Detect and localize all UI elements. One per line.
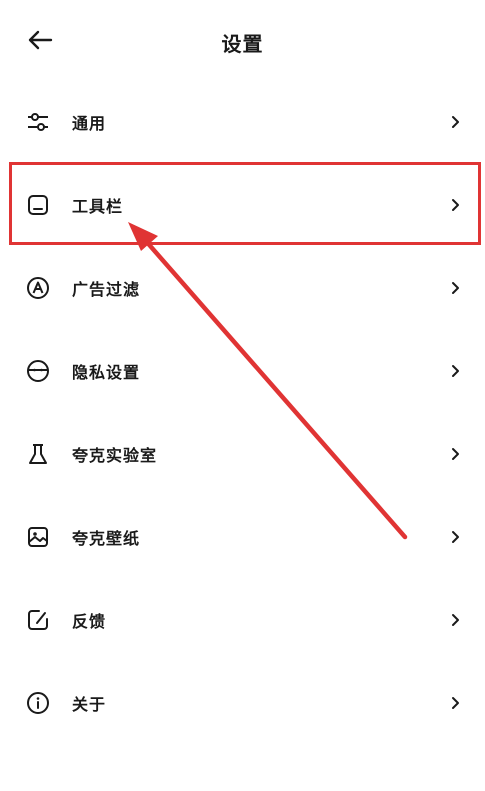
menu-item-wallpaper[interactable]: 夸克壁纸 bbox=[0, 495, 485, 578]
chevron-right-icon bbox=[449, 447, 463, 461]
flask-icon bbox=[26, 442, 50, 466]
menu-item-about[interactable]: 关于 bbox=[0, 661, 485, 744]
settings-menu: 通用 工具栏 广告过滤 隐私设置 夸克实验室 夸克壁纸 反馈 关于 bbox=[0, 80, 485, 744]
menu-item-label: 广告过滤 bbox=[72, 279, 141, 299]
chevron-right-icon bbox=[449, 613, 463, 627]
header: 设置 bbox=[0, 0, 485, 80]
menu-item-label: 通用 bbox=[72, 113, 107, 133]
menu-item-general[interactable]: 通用 bbox=[0, 80, 485, 163]
chevron-right-icon bbox=[449, 530, 463, 544]
chevron-right-icon bbox=[449, 696, 463, 710]
chevron-right-icon bbox=[449, 198, 463, 212]
menu-item-label: 夸克实验室 bbox=[72, 445, 158, 465]
info-icon bbox=[26, 691, 50, 715]
chevron-right-icon bbox=[449, 281, 463, 295]
privacy-icon bbox=[26, 359, 50, 383]
chevron-right-icon bbox=[449, 115, 463, 129]
toolbar-icon bbox=[26, 193, 50, 217]
menu-item-toolbar[interactable]: 工具栏 bbox=[0, 163, 485, 246]
feedback-icon bbox=[26, 608, 50, 632]
menu-item-label: 反馈 bbox=[72, 611, 107, 631]
page-title: 设置 bbox=[221, 32, 264, 56]
menu-item-lab[interactable]: 夸克实验室 bbox=[0, 412, 485, 495]
sliders-icon bbox=[26, 110, 50, 134]
wallpaper-icon bbox=[26, 525, 50, 549]
menu-item-label: 关于 bbox=[72, 694, 107, 714]
menu-item-label: 夸克壁纸 bbox=[72, 528, 141, 548]
menu-item-feedback[interactable]: 反馈 bbox=[0, 578, 485, 661]
menu-item-ad-filter[interactable]: 广告过滤 bbox=[0, 246, 485, 329]
menu-item-privacy[interactable]: 隐私设置 bbox=[0, 329, 485, 412]
chevron-right-icon bbox=[449, 364, 463, 378]
menu-item-label: 工具栏 bbox=[72, 196, 124, 216]
menu-item-label: 隐私设置 bbox=[72, 362, 141, 382]
ad-filter-icon bbox=[26, 276, 50, 300]
